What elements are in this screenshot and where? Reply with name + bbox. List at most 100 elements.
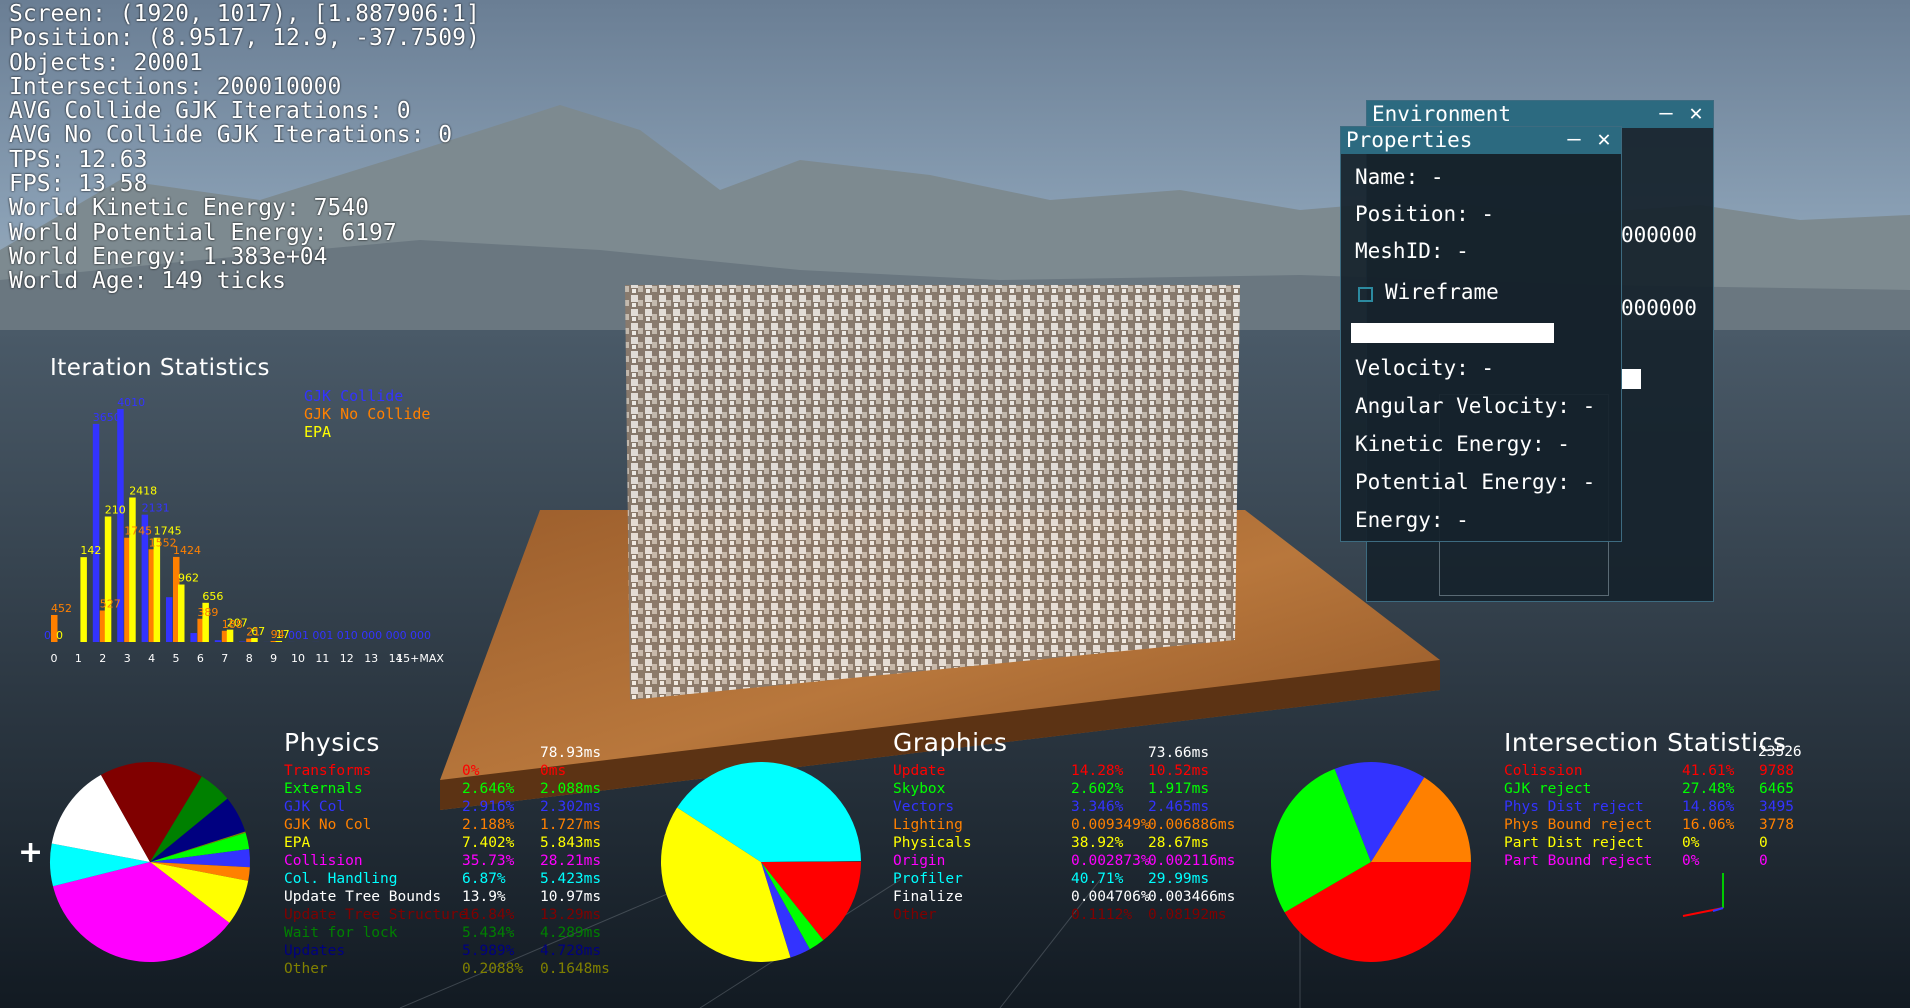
table-cell-pct: 2.646% [462, 781, 515, 797]
environment-value-1: 000000 [1621, 223, 1697, 247]
table-row: Phys Dist reject 14.86% 3495 [1504, 798, 1804, 816]
bar-epa-4 [153, 537, 161, 642]
table-cell-label: Col. Handling [284, 871, 398, 887]
close-icon[interactable]: ✕ [1593, 129, 1615, 151]
x-tick-label: 0 [51, 652, 58, 665]
bar-data-label: 962 [178, 572, 199, 585]
table-cell-ms: 2.465ms [1148, 799, 1210, 815]
table-cell-label: Skybox [893, 781, 946, 797]
table-cell-pct: 0.004706% [1071, 889, 1150, 905]
bar-epa-3 [129, 497, 136, 642]
table-cell-label: Physicals [893, 835, 972, 851]
bar-data-label: 0 [56, 629, 63, 642]
table-cell-pct: 0.2088% [462, 961, 524, 977]
table-row: EPA 7.402% 5.843ms [284, 834, 624, 852]
intersection-total: 23526 [1758, 744, 1802, 760]
table-cell-count: 0 [1759, 835, 1768, 851]
table-cell-ms: 5.843ms [540, 835, 602, 851]
x-tick-label: 12 [340, 652, 354, 665]
table-row: Lighting 0.009349% 0.006886ms [893, 816, 1253, 834]
bar-data-label: 000 [386, 629, 407, 642]
wireframe-checkbox[interactable] [1358, 287, 1373, 302]
environment-value-2: 000000 [1621, 296, 1697, 320]
table-row: Update Tree Bounds 13.9% 10.97ms [284, 888, 624, 906]
table-cell-pct: 0% [462, 763, 480, 779]
table-cell-label: Phys Bound reject [1504, 817, 1653, 833]
table-row: Skybox 2.602% 1.917ms [893, 780, 1253, 798]
table-cell-pct: 14.86% [1682, 799, 1735, 815]
table-row: Wait for lock 5.434% 4.289ms [284, 924, 624, 942]
table-row: Updates 5.989% 4.728ms [284, 942, 624, 960]
table-cell-pct: 16.06% [1682, 817, 1735, 833]
table-cell-label: Part Dist reject [1504, 835, 1644, 851]
graphics-pie-chart [661, 762, 861, 962]
table-cell-ms: 0.006886ms [1148, 817, 1236, 833]
wireframe-label[interactable]: Wireframe [1385, 280, 1499, 304]
bar-epa-9 [275, 640, 283, 642]
fps: FPS: 13.58 [9, 171, 148, 198]
table-cell-pct: 0% [1682, 835, 1700, 851]
table-cell-label: Colission [1504, 763, 1583, 779]
x-tick-label: 2 [99, 652, 106, 665]
table-cell-ms: 10.52ms [1148, 763, 1210, 779]
bar-epa-2 [104, 516, 112, 642]
table-row: Transforms 0% 0ms [284, 762, 624, 780]
x-tick-label: 5 [173, 652, 180, 665]
bar-data-label: 000 [361, 629, 382, 642]
bar-data-label: 010 [337, 629, 358, 642]
property-text-input[interactable] [1351, 323, 1554, 343]
table-row: Other 0.2088% 0.1648ms [284, 960, 624, 978]
bar-data-label: 1424 [173, 544, 201, 557]
table-cell-label: Origin [893, 853, 946, 869]
intersection-count: Intersections: 200010000 [9, 73, 342, 100]
minimize-icon[interactable]: — [1655, 103, 1677, 125]
table-row: Update 14.28% 10.52ms [893, 762, 1253, 780]
world-energy: World Energy: 1.383e+04 [9, 243, 328, 270]
table-cell-ms: 13.29ms [540, 907, 602, 923]
physics-pie-chart [49, 762, 250, 962]
minimize-icon[interactable]: — [1563, 129, 1585, 151]
table-cell-ms: 28.21ms [540, 853, 602, 869]
table-row: Col. Handling 6.87% 5.423ms [284, 870, 624, 888]
table-row: Colission 41.61% 9788 [1504, 762, 1804, 780]
table-cell-label: Transforms [284, 763, 372, 779]
table-cell-ms: 1.917ms [1148, 781, 1210, 797]
table-cell-ms: 0.003466ms [1148, 889, 1236, 905]
table-cell-pct: 38.92% [1071, 835, 1124, 851]
table-cell-label: Update Tree Bounds [284, 889, 442, 905]
table-cell-label: Profiler [893, 871, 963, 887]
table-cell-label: Wait for lock [284, 925, 398, 941]
table-cell-label: Update Tree Structure [284, 907, 468, 923]
bar-epa-7 [226, 629, 234, 642]
table-cell-pct: 14.28% [1071, 763, 1124, 779]
table-row: Update Tree Structure 16.84% 13.29ms [284, 906, 624, 924]
camera-position: Position: (8.9517, 12.9, -37.7509) [9, 25, 480, 52]
table-cell-pct: 35.73% [462, 853, 515, 869]
table-cell-label: GJK reject [1504, 781, 1592, 797]
x-tick-label: 10 [291, 652, 305, 665]
graphics-table: Update 14.28% 10.52ms Skybox 2.602% 1.917ms Ve… [893, 762, 1253, 924]
table-cell-label: Other [893, 907, 937, 923]
table-cell-ms: 4.289ms [540, 925, 602, 941]
close-icon[interactable]: ✕ [1685, 103, 1707, 125]
table-cell-ms: 0.1648ms [540, 961, 610, 977]
environment-checkbox[interactable] [1621, 369, 1641, 389]
table-cell-pct: 27.48% [1682, 781, 1735, 797]
bar-gjk-collide-5 [166, 597, 173, 642]
table-cell-count: 0 [1759, 853, 1768, 869]
bar-data-label: 0 [44, 629, 51, 642]
bar-data-label: 001 [288, 629, 309, 642]
table-cell-pct: 5.434% [462, 925, 515, 941]
graphics-title: Graphics [893, 728, 1008, 757]
table-cell-pct: 7.402% [462, 835, 515, 851]
world-kinetic-energy: World Kinetic Energy: 7540 [9, 195, 370, 222]
table-cell-ms: 0.002116ms [1148, 853, 1236, 869]
table-cell-pct: 16.84% [462, 907, 515, 923]
table-row: GJK Col 2.916% 2.302ms [284, 798, 624, 816]
table-cell-label: Externals [284, 781, 363, 797]
properties-window[interactable]: Properties — ✕ Name: - Position: - MeshI… [1340, 126, 1622, 542]
table-cell-count: 3495 [1759, 799, 1794, 815]
table-cell-pct: 6.87% [462, 871, 506, 887]
table-cell-count: 6465 [1759, 781, 1794, 797]
physics-table: Transforms 0% 0ms Externals 2.646% 2.088ms GJK… [284, 762, 624, 978]
